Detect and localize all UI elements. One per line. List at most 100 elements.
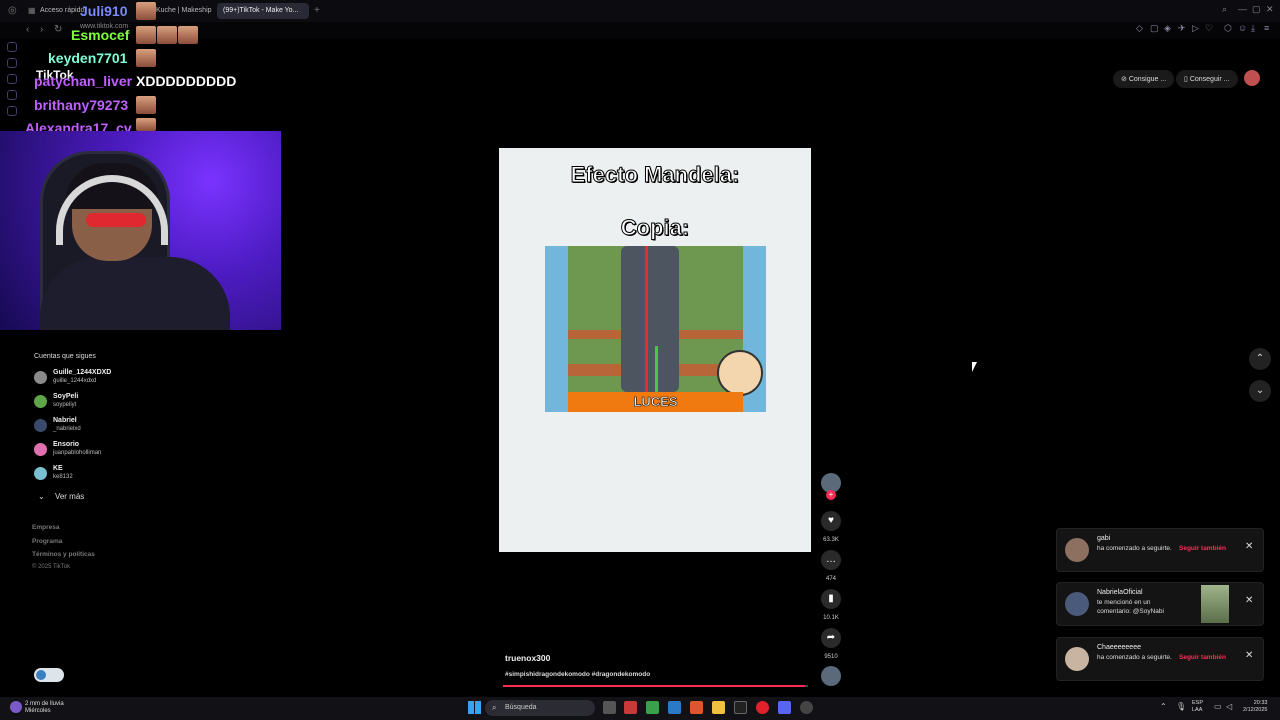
clock[interactable]: 20:33 2/12/2025: [1243, 700, 1267, 714]
profile-avatar[interactable]: [1244, 70, 1260, 86]
previous-video-button[interactable]: ⌃: [1249, 348, 1271, 370]
minimize-icon[interactable]: —: [1238, 4, 1247, 14]
following-account[interactable]: Guille_1244XDXD guille_1244xdxd: [34, 369, 184, 389]
maximize-icon[interactable]: ▢: [1252, 4, 1261, 15]
notification-toast[interactable]: Chaeeeeeeee ha comenzado a seguirte. Seg…: [1056, 637, 1264, 681]
chat-username: Juli910: [80, 3, 128, 19]
follow-plus-icon[interactable]: +: [826, 490, 836, 500]
microphone-icon[interactable]: 🎙: [1176, 702, 1186, 711]
notification-text: ha comenzado a seguirte.: [1097, 654, 1172, 661]
account-id: guille_1244xdxd: [53, 378, 97, 384]
close-window-icon[interactable]: ✕: [1266, 4, 1274, 15]
date: 2/12/2025: [1243, 707, 1268, 713]
back-icon[interactable]: ‹: [26, 24, 29, 35]
chat-emote: [136, 2, 156, 20]
video-thumbnail[interactable]: [1201, 585, 1229, 623]
green-line: [655, 346, 658, 392]
close-icon[interactable]: ✕: [1245, 595, 1253, 606]
close-icon[interactable]: ✕: [1245, 650, 1253, 661]
account-name: Guille_1244XDXD: [53, 369, 112, 376]
avatar: [34, 371, 47, 384]
weather-widget[interactable]: 2 mm de lluvia Miércoles: [25, 701, 64, 715]
vpn-icon[interactable]: ✈: [1178, 23, 1186, 34]
obs-icon[interactable]: [800, 701, 813, 714]
search-tabs-icon[interactable]: ⌕: [1222, 4, 1227, 15]
tray-chevron-icon[interactable]: ⌃: [1160, 702, 1167, 711]
player-icon[interactable]: ▷: [1192, 23, 1199, 34]
chat-username: brithany79273: [34, 97, 129, 113]
vscode-icon[interactable]: [668, 701, 681, 714]
close-icon[interactable]: ✕: [1245, 541, 1253, 552]
sidebar-messenger-icon[interactable]: [7, 74, 17, 84]
video-progress-bar[interactable]: [503, 685, 808, 687]
account-name: Nabriel: [53, 417, 77, 424]
notification-toast[interactable]: NabrielaOficial te mencionó en un coment…: [1056, 582, 1264, 626]
following-account[interactable]: Nabriel _nabrielxd: [34, 417, 184, 437]
discord-icon[interactable]: [778, 701, 791, 714]
weather-text: 2 mm de lluvia: [25, 701, 64, 707]
brave-icon[interactable]: [690, 701, 703, 714]
taskbar-search[interactable]: ⌕ Búsqueda: [485, 700, 595, 716]
x-app-icon[interactable]: [734, 701, 747, 714]
file-explorer-icon[interactable]: [712, 701, 725, 714]
avatar: [1065, 647, 1089, 671]
following-account[interactable]: KE ke8132: [34, 465, 184, 485]
app-icon[interactable]: [624, 701, 637, 714]
toggle-knob: [36, 670, 46, 680]
new-tab-icon[interactable]: +: [314, 5, 320, 16]
volume-icon[interactable]: ◁: [1226, 702, 1232, 711]
opera-menu-icon[interactable]: ◎: [8, 5, 17, 16]
snapshot-icon[interactable]: ▢: [1150, 23, 1159, 34]
sidebar-home-icon[interactable]: [7, 42, 17, 52]
task-view-icon[interactable]: [603, 701, 616, 714]
network-icon[interactable]: ▭: [1214, 702, 1222, 711]
video-player[interactable]: Efecto Mandela: Copia: LUCES: [499, 148, 811, 552]
minecraft-icon[interactable]: [646, 701, 659, 714]
bookmark-icon[interactable]: ▮: [821, 589, 841, 609]
shield-icon[interactable]: ◈: [1164, 23, 1171, 34]
toggle-switch[interactable]: [34, 668, 64, 682]
account-name: Ensorio: [53, 441, 80, 448]
windows-start-icon[interactable]: [468, 701, 481, 714]
see-more-link[interactable]: ⌄ Ver más: [38, 492, 84, 501]
extensions-icon[interactable]: ⬡: [1224, 23, 1232, 34]
music-disc-icon[interactable]: [821, 666, 841, 686]
notification-toast[interactable]: gabi ha comenzado a seguirte. Seguir tam…: [1056, 528, 1264, 572]
following-account[interactable]: SoyPeli soypeliyt: [34, 393, 184, 413]
footer-link[interactable]: Términos y políticas: [32, 551, 95, 558]
download-icon[interactable]: ⤓: [1251, 23, 1255, 34]
forward-icon[interactable]: ›: [40, 24, 43, 35]
get-app-label: Conseguir ...: [1189, 76, 1230, 83]
tab-tiktok[interactable]: (99+)TikTok - Make Yo...: [217, 3, 309, 19]
reload-icon[interactable]: ↻: [54, 24, 62, 35]
following-account[interactable]: Ensorio juanpabloholliman: [34, 441, 184, 461]
sidebar-settings-icon[interactable]: [7, 106, 17, 116]
chat-username: patychan_liver: [34, 73, 133, 89]
get-app-button[interactable]: ▯ Conseguir ...: [1176, 70, 1238, 88]
video-author[interactable]: truenox300: [505, 653, 550, 663]
search-placeholder: Búsqueda: [505, 704, 537, 711]
next-video-button[interactable]: ⌄: [1249, 380, 1271, 402]
get-coins-button[interactable]: ⊘ Consigue ...: [1113, 70, 1175, 88]
sidebar-history-icon[interactable]: [7, 58, 17, 68]
footer-link[interactable]: Programa: [32, 538, 62, 545]
tab-makeship[interactable]: Kuche | Makeship: [150, 3, 218, 19]
opera-icon[interactable]: [756, 701, 769, 714]
video-hashtags[interactable]: #simpishidragondekomodo #dragondekomodo: [505, 671, 650, 678]
follow-back-button[interactable]: Seguir también: [1179, 654, 1226, 661]
comment-icon[interactable]: …: [821, 550, 841, 570]
like-count: 63.3K: [823, 537, 839, 543]
video-title-text: Efecto Mandela:: [570, 162, 740, 188]
sidebar-music-icon[interactable]: [7, 90, 17, 100]
account-name: KE: [53, 465, 63, 472]
menu-icon[interactable]: ≡: [1264, 23, 1269, 33]
share-icon[interactable]: ➦: [821, 628, 841, 648]
like-heart-icon[interactable]: ♥: [821, 511, 841, 531]
follow-back-button[interactable]: Seguir también: [1179, 545, 1226, 552]
account-icon[interactable]: ☺: [1238, 23, 1247, 33]
footer-link[interactable]: Empresa: [32, 524, 59, 531]
weather-icon[interactable]: [10, 701, 22, 713]
heart-icon[interactable]: ♡: [1205, 23, 1213, 34]
language-indicator[interactable]: ESP LAA: [1192, 700, 1203, 714]
bookmark-icon[interactable]: ◇: [1136, 23, 1143, 34]
